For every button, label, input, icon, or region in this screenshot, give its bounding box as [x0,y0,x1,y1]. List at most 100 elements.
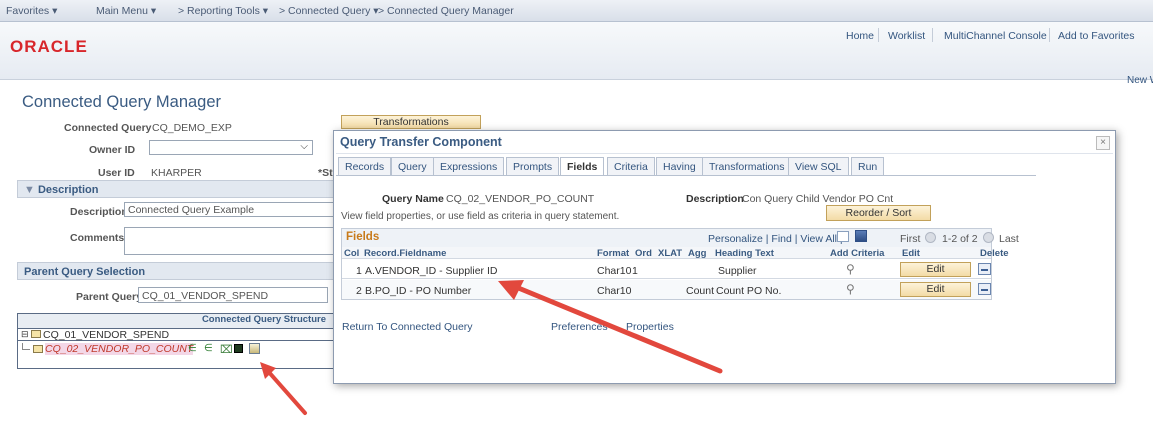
chevron-down-icon: ⌵ [300,141,308,152]
parent-query-field[interactable]: CQ_01_VENDOR_SPEND [138,287,328,303]
pager-last[interactable]: Last [999,233,1019,245]
modal-description-label: Description [686,193,744,205]
column-header-xlat: XLAT [658,248,683,259]
modal-description-value: Con Query Child Vendor PO Cnt [742,193,894,205]
edit-button[interactable]: Edit [900,262,971,277]
multichannel-console-link[interactable]: MultiChannel Console [944,30,1047,42]
collapse-icon: ▼ [24,184,35,196]
grid-tools-links[interactable]: Personalize | Find | View All | [708,233,843,245]
tab-criteria[interactable]: Criteria [607,157,655,175]
status-label: *St [318,167,333,179]
modal-title-divider [336,153,1113,154]
tab-strip-divider [336,175,1036,176]
connected-query-label: Connected Query [64,122,152,134]
tab-prompts[interactable]: Prompts [506,157,560,175]
tab-transformations[interactable]: Transformations [702,157,792,175]
properties-icon[interactable] [234,344,243,353]
row-col: 1 [356,265,362,277]
tree-root-label[interactable]: CQ_01_VENDOR_SPEND [43,329,169,341]
tab-view-sql[interactable]: View SQL [788,157,849,175]
tree-root-row[interactable]: ⊟ CQ_01_VENDOR_SPEND [18,328,334,341]
row-heading: Supplier [718,265,757,277]
favorites-menu[interactable]: Favorites ▾ [6,5,57,17]
breadcrumb-connected-query-manager[interactable]: > Connected Query Manager [378,5,514,17]
edit-button[interactable]: Edit [900,282,971,297]
column-header-add-criteria: Add Criteria [830,248,885,259]
add-criteria-icon[interactable]: ⚲ [846,262,855,276]
folder-icon [33,345,43,353]
tab-having[interactable]: Having [656,157,703,175]
description-section-header[interactable]: ▼ Description [17,180,335,198]
next-page-icon[interactable] [983,232,994,243]
add-child-icon[interactable]: ∈ [188,343,197,354]
column-header-edit: Edit [902,248,920,259]
row-fieldname: B.PO_ID - PO Number [365,285,472,297]
description-field[interactable]: Connected Query Example [124,202,334,217]
tab-records[interactable]: Records [338,157,392,175]
column-header-ord: Ord [635,248,652,259]
previous-page-icon[interactable] [925,232,936,243]
field-mapping-icon[interactable] [249,343,260,354]
breadcrumb-connected-query[interactable]: > Connected Query ▾ [279,5,379,17]
modal-title: Query Transfer Component [340,135,502,149]
tab-run[interactable]: Run [851,157,885,175]
tab-query[interactable]: Query [391,157,434,175]
header-divider [1049,28,1050,42]
user-id-label: User ID [98,167,135,179]
header-divider [932,28,933,42]
row-ord: 1 [632,265,638,277]
grid-title: Fields [346,231,380,243]
instruction-text: View field properties, or use field as c… [341,211,620,222]
delete-row-icon[interactable] [978,263,991,275]
tab-expressions[interactable]: Expressions [433,157,505,175]
description-section-title: Description [37,184,99,196]
folder-icon [31,330,41,338]
connected-query-value: CQ_DEMO_EXP [152,122,232,134]
owner-id-label: Owner ID [89,144,136,156]
pager-first[interactable]: First [900,233,920,245]
breadcrumb-reporting-tools[interactable]: > Reporting Tools ▾ [178,5,268,17]
add-criteria-icon[interactable]: ⚲ [846,282,855,296]
user-id-value: KHARPER [151,167,202,179]
delete-row-icon[interactable] [978,283,991,295]
reorder-sort-button[interactable]: Reorder / Sort [826,205,931,221]
main-menu[interactable]: Main Menu ▾ [96,5,156,17]
grid-toolbar [342,229,991,247]
close-icon[interactable]: × [1096,136,1110,150]
column-header-delete: Delete [980,248,1009,259]
owner-id-select[interactable]: ⌵ [149,140,313,155]
pager-range: 1-2 of 2 [942,233,978,245]
column-header-agg: Agg [688,248,707,259]
description-label: Description [70,206,128,218]
column-header-format: Format [597,248,630,259]
header-divider [878,28,879,42]
add-sibling-icon[interactable]: ∈ [204,343,213,354]
download-excel-icon[interactable] [855,230,867,242]
annotation-arrow-icon [498,280,723,374]
column-header-heading-text: Heading Text [715,248,774,259]
top-navigation-bar: Favorites ▾ Main Menu ▾ > Reporting Tool… [0,0,1153,22]
row-format: Char10 [597,265,632,277]
oracle-logo: ORACLE [10,37,88,56]
annotation-arrow-icon [260,362,307,415]
column-header-col: Col [344,248,360,259]
delete-node-icon[interactable]: ⌧ [220,343,233,356]
query-name-label: Query Name [382,193,444,205]
expand-icon[interactable]: ⊟ [21,329,29,340]
home-link[interactable]: Home [846,30,874,42]
tree-child-label[interactable]: CQ_02_VENDOR_PO_COUNT [45,343,194,355]
return-to-connected-query-link[interactable]: Return To Connected Query [342,321,473,333]
query-name-value: CQ_02_VENDOR_PO_COUNT [446,193,595,205]
transformations-button[interactable]: Transformations [341,115,481,129]
page-title: Connected Query Manager [22,93,222,111]
comments-textarea[interactable] [124,227,334,255]
add-to-favorites-link[interactable]: Add to Favorites [1058,30,1134,42]
worklist-link[interactable]: Worklist [888,30,925,42]
tree-connector [22,343,30,350]
tree-child-row[interactable]: CQ_02_VENDOR_PO_COUNT ∈ ∈ ⌧ [22,343,272,356]
tab-fields[interactable]: Fields [560,157,605,175]
parent-query-label: Parent Query [76,291,142,303]
new-window-link[interactable]: New W [1127,75,1153,86]
column-header-fieldname: Record.Fieldname [364,248,447,259]
zoom-grid-icon[interactable] [837,231,849,242]
